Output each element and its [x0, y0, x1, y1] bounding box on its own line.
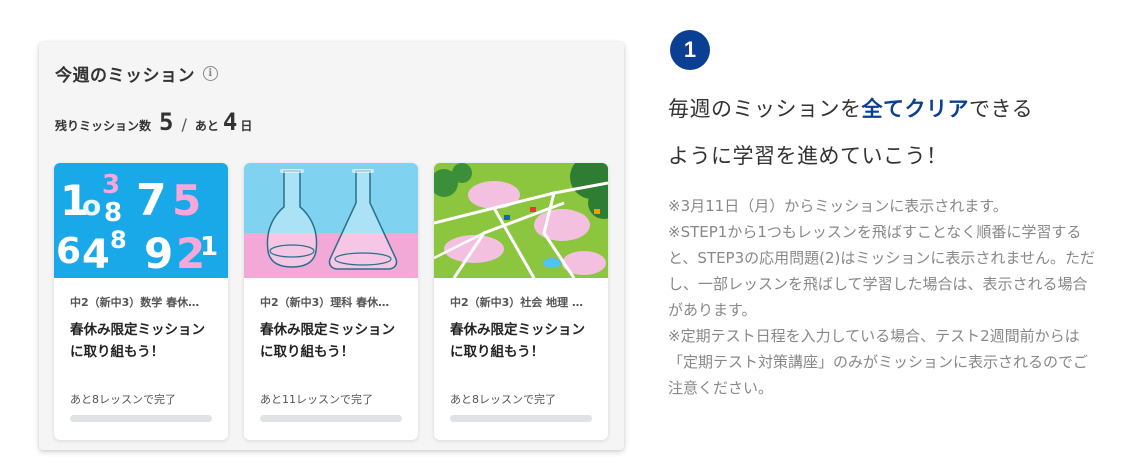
svg-text:5: 5 [172, 176, 201, 225]
days-unit: 日 [240, 119, 253, 133]
card-title-line1: 春休み限定ミッション [450, 322, 585, 338]
card-title: 春休み限定ミッション に取り組もう！ [260, 319, 408, 363]
headline-line1: 毎週のミッションを全てクリアできる [668, 86, 1118, 133]
svg-text:4: 4 [82, 232, 110, 278]
card-title-line1: 春休み限定ミッション [260, 322, 395, 338]
panel-title: 今週のミッション i [55, 61, 218, 86]
mission-card-social[interactable]: 中2（新中3）社会 地理 … 春休み限定ミッション に取り組もう！ あと8レッス… [434, 163, 608, 440]
card-title: 春休み限定ミッション に取り組もう！ [70, 319, 218, 363]
card-title-line2: に取り組もう！ [260, 344, 355, 360]
panel-title-text: 今週のミッション [55, 66, 195, 86]
svg-text:1: 1 [200, 232, 218, 262]
notes: ※3月11日（月）からミッションに表示されます。 ※STEP1から1つもレッスン… [668, 193, 1098, 401]
card-title-line2: に取り組もう！ [70, 344, 165, 360]
mission-card-science[interactable]: 中2（新中3）理科 春休… 春休み限定ミッション に取り組もう！ あと11レッス… [244, 163, 418, 440]
headline-post: できる [969, 97, 1034, 121]
remaining-summary: 残りミッション数 5 / あと 4 日 [55, 108, 252, 136]
lessons-remaining: あと8レッスンで完了 [70, 393, 176, 406]
svg-text:6: 6 [56, 231, 81, 272]
separator: / [181, 115, 187, 134]
svg-text:9: 9 [144, 229, 173, 278]
weekly-mission-panel: 今週のミッション i 残りミッション数 5 / あと 4 日 1 o 3 8 7… [39, 42, 624, 450]
progress-bar [70, 415, 212, 422]
days-label: あと [194, 119, 219, 133]
card-title: 春休み限定ミッション に取り組もう！ [450, 319, 598, 363]
headline-highlight: 全てクリア [861, 97, 969, 121]
card-title-line1: 春休み限定ミッション [70, 322, 205, 338]
card-subject: 中2（新中3）社会 地理 … [450, 296, 583, 309]
svg-text:8: 8 [104, 198, 122, 228]
lessons-remaining: あと11レッスンで完了 [260, 393, 373, 406]
remaining-label: 残りミッション数 [55, 119, 152, 133]
note-item: ※STEP1から1つもレッスンを飛ばすことなく順番に学習すると、STEP3の応用… [668, 223, 1095, 319]
card-title-line2: に取り組もう！ [450, 344, 545, 360]
days-count: 4 [222, 108, 238, 136]
progress-bar [450, 415, 592, 422]
social-map-illustration [434, 163, 608, 278]
headline-line2: ように学習を進めていこう！ [668, 144, 948, 168]
progress-bar [260, 415, 402, 422]
svg-text:8: 8 [110, 226, 127, 254]
step-headline: 毎週のミッションを全てクリアできる ように学習を進めていこう！ [668, 86, 1118, 180]
remaining-count: 5 [159, 108, 174, 136]
mission-card-math[interactable]: 1 o 3 8 7 5 6 4 8 9 2 1 中2（新中3）数学 春休… 春休… [54, 163, 228, 440]
svg-text:o: o [82, 189, 101, 222]
card-subject: 中2（新中3）数学 春休… [70, 296, 200, 309]
note-item: ※定期テスト日程を入力している場合、テスト2週間前からは「定期テスト対策講座」の… [668, 327, 1089, 397]
headline-pre: 毎週のミッションを [668, 97, 862, 121]
lessons-remaining: あと8レッスンで完了 [450, 393, 556, 406]
science-flasks-illustration [244, 163, 418, 278]
info-icon[interactable]: i [203, 66, 218, 81]
note-item: ※3月11日（月）からミッションに表示されます。 [668, 197, 1008, 215]
svg-text:7: 7 [136, 175, 167, 226]
math-numbers-illustration: 1 o 3 8 7 5 6 4 8 9 2 1 [54, 163, 228, 278]
card-subject: 中2（新中3）理科 春休… [260, 296, 390, 309]
step-number-badge: 1 [670, 30, 710, 70]
svg-text:3: 3 [102, 170, 120, 200]
